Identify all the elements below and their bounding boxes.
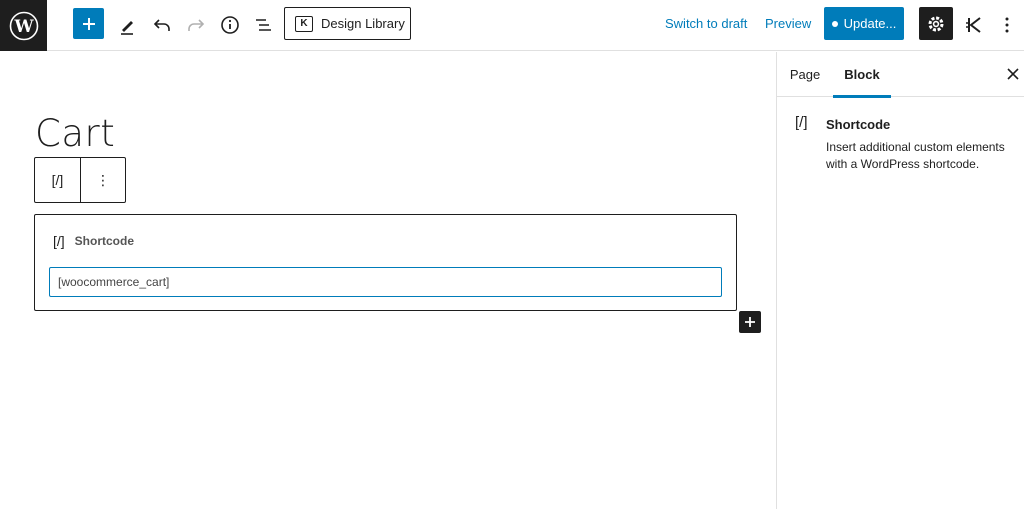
sidebar-tabs: Page Block <box>777 52 1024 98</box>
details-button[interactable] <box>216 9 244 41</box>
shortcode-label-text: Shortcode <box>74 234 135 248</box>
wordpress-logo[interactable]: W <box>0 0 47 51</box>
design-library-label: Design Library <box>321 16 405 31</box>
settings-sidebar: Page Block [/] Shortcode Insert addition… <box>776 52 1024 509</box>
redo-button[interactable] <box>182 9 210 41</box>
redo-icon <box>188 19 205 31</box>
update-label: Update... <box>843 16 897 31</box>
close-icon <box>1007 68 1019 80</box>
gear-icon <box>928 16 944 31</box>
shortcode-icon: [/] <box>795 114 808 131</box>
block-type-button[interactable]: [/] <box>35 158 80 202</box>
shortcode-block-label: [/] Shortcode <box>53 233 134 249</box>
undo-button[interactable] <box>148 9 176 41</box>
plus-icon <box>745 317 755 327</box>
wordpress-icon: W <box>9 11 38 40</box>
pencil-icon <box>121 21 133 35</box>
undo-icon <box>153 19 170 31</box>
block-card-title: Shortcode <box>826 117 891 132</box>
editor-canvas: Cart [/] ⋮ [/] Shortcode <box>0 52 776 509</box>
block-inserter-button[interactable] <box>739 311 761 333</box>
list-view-button[interactable] <box>249 9 277 41</box>
block-toolbar: [/] ⋮ <box>34 157 126 203</box>
page-title[interactable]: Cart <box>35 112 115 155</box>
add-block-button[interactable] <box>73 8 104 39</box>
update-button[interactable]: Update... <box>824 7 904 40</box>
tab-page[interactable]: Page <box>781 52 829 97</box>
kadence-controls-button[interactable] <box>960 9 988 41</box>
design-library-button[interactable]: K Design Library <box>284 7 411 40</box>
block-options-button[interactable]: ⋮ <box>80 158 125 202</box>
tools-button[interactable] <box>113 9 141 41</box>
svg-text:W: W <box>13 17 34 37</box>
close-sidebar-button[interactable] <box>1004 65 1022 83</box>
block-card-description: Insert additional custom elements with a… <box>826 140 1005 171</box>
list-view-icon <box>256 19 271 31</box>
settings-button[interactable] <box>919 7 953 40</box>
more-vertical-icon <box>1005 17 1009 33</box>
preview-button[interactable]: Preview <box>765 16 811 31</box>
plus-icon <box>82 17 95 30</box>
options-button[interactable] <box>993 9 1021 41</box>
shortcode-icon: [/] <box>53 233 65 249</box>
kadence-icon: K <box>295 15 313 32</box>
info-icon <box>221 16 239 34</box>
kadence-icon <box>966 17 981 33</box>
unsaved-dot-icon <box>831 20 838 27</box>
editor-header: W K Design Library Switch to draft Previ… <box>0 0 1024 51</box>
shortcode-input[interactable] <box>49 267 722 297</box>
tab-block[interactable]: Block <box>833 52 891 98</box>
switch-to-draft-button[interactable]: Switch to draft <box>665 16 747 31</box>
shortcode-block[interactable]: [/] Shortcode <box>34 214 737 311</box>
